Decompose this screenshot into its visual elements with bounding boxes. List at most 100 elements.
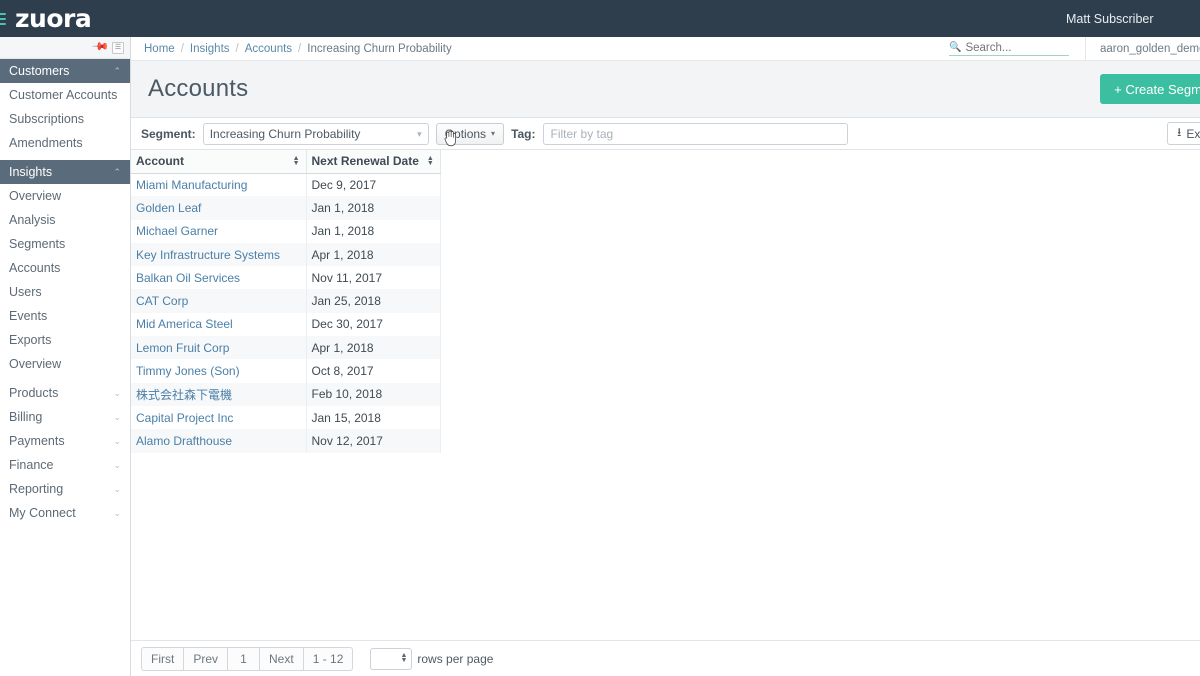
table-row[interactable]: Miami Manufacturing Dec 9, 2017 [131, 173, 441, 197]
search-input[interactable] [965, 41, 1066, 54]
account-link[interactable]: Golden Leaf [136, 201, 201, 215]
rows-per-page-input[interactable]: ▲ ▼ [370, 647, 413, 670]
sidebar-item-label: Overview [9, 189, 62, 203]
sidebar-item-my-connect[interactable]: My Connect ⌄ [0, 501, 130, 525]
pagination-bar: First Prev 1 Next 1 - 12 ▲ ▼ rows per pag… [131, 640, 1200, 676]
pin-icon[interactable]: 📌 [91, 38, 109, 56]
pagination-range: 1 - 12 [302, 646, 354, 671]
sort-icon[interactable]: ▲ ▼ [285, 155, 300, 167]
cell-account: 株式会社森下電機 [131, 382, 307, 406]
account-link[interactable]: Mid America Steel [136, 317, 233, 331]
tag-label: Tag: [511, 126, 536, 141]
sidebar-item-events[interactable]: Events [0, 304, 130, 328]
sidebar-item-analysis[interactable]: Analysis [0, 208, 130, 232]
segment-select[interactable]: Increasing Churn Probability [202, 122, 429, 145]
tag-filter-input[interactable] [542, 122, 848, 145]
sidebar-item-label: Overview [9, 357, 62, 371]
table-row[interactable]: Key Infrastructure Systems Apr 1, 2018 [131, 242, 441, 267]
table-row[interactable]: Lemon Fruit Corp Apr 1, 2018 [131, 336, 441, 360]
page-header: Accounts + Create Segment [131, 61, 1200, 118]
chevron-down-icon: ⌄ [113, 387, 121, 398]
breadcrumb-current: Increasing Churn Probability [307, 42, 452, 55]
column-header-account[interactable]: Account ▲ ▼ [131, 150, 307, 174]
segment-select-wrap[interactable]: Increasing Churn Probability ▾ [202, 122, 429, 145]
sidebar: 📌 ☰ Customers ⌃ Customer Accounts Subscr… [0, 37, 131, 676]
sidebar-item-accounts[interactable]: Accounts [0, 256, 130, 280]
topbar-user[interactable]: Matt Subscriber [1066, 12, 1200, 26]
export-button-label: Export [1186, 126, 1200, 141]
sidebar-item-overview[interactable]: Overview [0, 184, 130, 208]
sidebar-item-overview-2[interactable]: Overview [0, 352, 130, 376]
account-link[interactable]: Michael Garner [136, 224, 218, 238]
account-link[interactable]: 株式会社森下電機 [136, 388, 232, 402]
sidebar-item-label: Reporting [9, 482, 64, 496]
table-row[interactable]: CAT Corp Jan 25, 2018 [131, 289, 441, 313]
account-link[interactable]: Timmy Jones (Son) [136, 364, 240, 378]
sidebar-item-billing[interactable]: Billing ⌄ [0, 405, 130, 429]
cell-account: Michael Garner [131, 219, 307, 243]
sidebar-item-label: Finance [9, 458, 54, 472]
table-row[interactable]: 株式会社森下電機 Feb 10, 2018 [131, 382, 441, 406]
table-row[interactable]: Capital Project Inc Jan 15, 2018 [131, 405, 441, 430]
breadcrumb-separator: / [298, 42, 302, 55]
table-row[interactable]: Alamo Drafthouse Nov 12, 2017 [131, 429, 441, 453]
rows-per-page-box: ▲ ▼ rows per page [370, 647, 493, 670]
sidebar-item-reporting[interactable]: Reporting ⌄ [0, 477, 130, 501]
sidebar-item-label: Exports [9, 333, 52, 347]
pagination-first[interactable]: First [141, 646, 184, 671]
hamburger-icon[interactable] [0, 12, 6, 26]
search-icon: 🔍 [949, 42, 962, 53]
account-link[interactable]: Lemon Fruit Corp [136, 341, 229, 355]
pagination-page-1[interactable]: 1 [227, 646, 260, 671]
table-body: Miami Manufacturing Dec 9, 2017 Golden Lea… [131, 173, 441, 453]
sidebar-item-products[interactable]: Products ⌄ [0, 381, 130, 405]
sidebar-item-label: Users [9, 285, 42, 299]
breadcrumb-separator: / [235, 42, 239, 55]
sidebar-group-customers[interactable]: Customers ⌃ [0, 59, 130, 83]
export-button[interactable]: ⭳ Export [1167, 122, 1200, 145]
sidebar-item-finance[interactable]: Finance ⌄ [0, 453, 130, 477]
table-row[interactable]: Balkan Oil Services Nov 11, 2017 [131, 266, 441, 290]
account-link[interactable]: Balkan Oil Services [136, 271, 240, 285]
account-switcher[interactable]: aaron_golden_demo [1085, 36, 1200, 61]
pagination-next[interactable]: Next [259, 646, 303, 671]
breadcrumb-home[interactable]: Home [144, 43, 175, 55]
pager: First Prev 1 Next 1 - 12 [141, 646, 354, 671]
account-link[interactable]: Key Infrastructure Systems [136, 248, 280, 262]
cell-account: Miami Manufacturing [131, 173, 307, 197]
sidebar-item-label: Billing [9, 410, 43, 424]
sort-icon[interactable]: ▲ ▼ [419, 155, 434, 167]
sidebar-item-segments[interactable]: Segments [0, 232, 130, 256]
collapse-icon[interactable]: ☰ [112, 41, 124, 54]
account-link[interactable]: Alamo Drafthouse [136, 434, 232, 448]
sidebar-item-customer-accounts[interactable]: Customer Accounts [0, 83, 130, 107]
cell-account: Key Infrastructure Systems [131, 242, 307, 267]
sidebar-item-users[interactable]: Users [0, 280, 130, 304]
options-button[interactable]: Options ▾ [435, 122, 505, 145]
column-header-next-renewal-date[interactable]: Next Renewal Date ▲ ▼ [306, 150, 441, 174]
account-link[interactable]: CAT Corp [136, 294, 188, 308]
stepper-icon[interactable]: ▲ ▼ [400, 652, 407, 664]
sidebar-item-payments[interactable]: Payments ⌄ [0, 429, 130, 453]
cell-next-renewal-date: Nov 11, 2017 [306, 266, 441, 290]
table-row[interactable]: Mid America Steel Dec 30, 2017 [131, 312, 441, 337]
table-row[interactable]: Golden Leaf Jan 1, 2018 [131, 196, 441, 220]
breadcrumb-accounts[interactable]: Accounts [245, 43, 292, 55]
account-link[interactable]: Capital Project Inc [136, 411, 233, 425]
table-row[interactable]: Michael Garner Jan 1, 2018 [131, 219, 441, 243]
create-segment-button[interactable]: + Create Segment [1100, 74, 1200, 104]
sidebar-item-subscriptions[interactable]: Subscriptions [0, 107, 130, 131]
breadcrumb-insights[interactable]: Insights [190, 43, 230, 55]
download-icon: ⭳ [1177, 125, 1182, 139]
cell-next-renewal-date: Jan 25, 2018 [306, 289, 441, 313]
sidebar-item-amendments[interactable]: Amendments [0, 131, 130, 155]
chevron-up-icon: ⌃ [113, 65, 121, 76]
sidebar-item-exports[interactable]: Exports [0, 328, 130, 352]
sidebar-group-insights[interactable]: Insights ⌃ [0, 160, 130, 184]
table-row[interactable]: Timmy Jones (Son) Oct 8, 2017 [131, 359, 441, 383]
pagination-prev[interactable]: Prev [183, 646, 228, 671]
cell-account: Golden Leaf [131, 196, 307, 220]
account-link[interactable]: Miami Manufacturing [136, 178, 247, 192]
sidebar-item-label: Customer Accounts [9, 88, 118, 102]
search-box[interactable]: 🔍 [949, 41, 1069, 56]
